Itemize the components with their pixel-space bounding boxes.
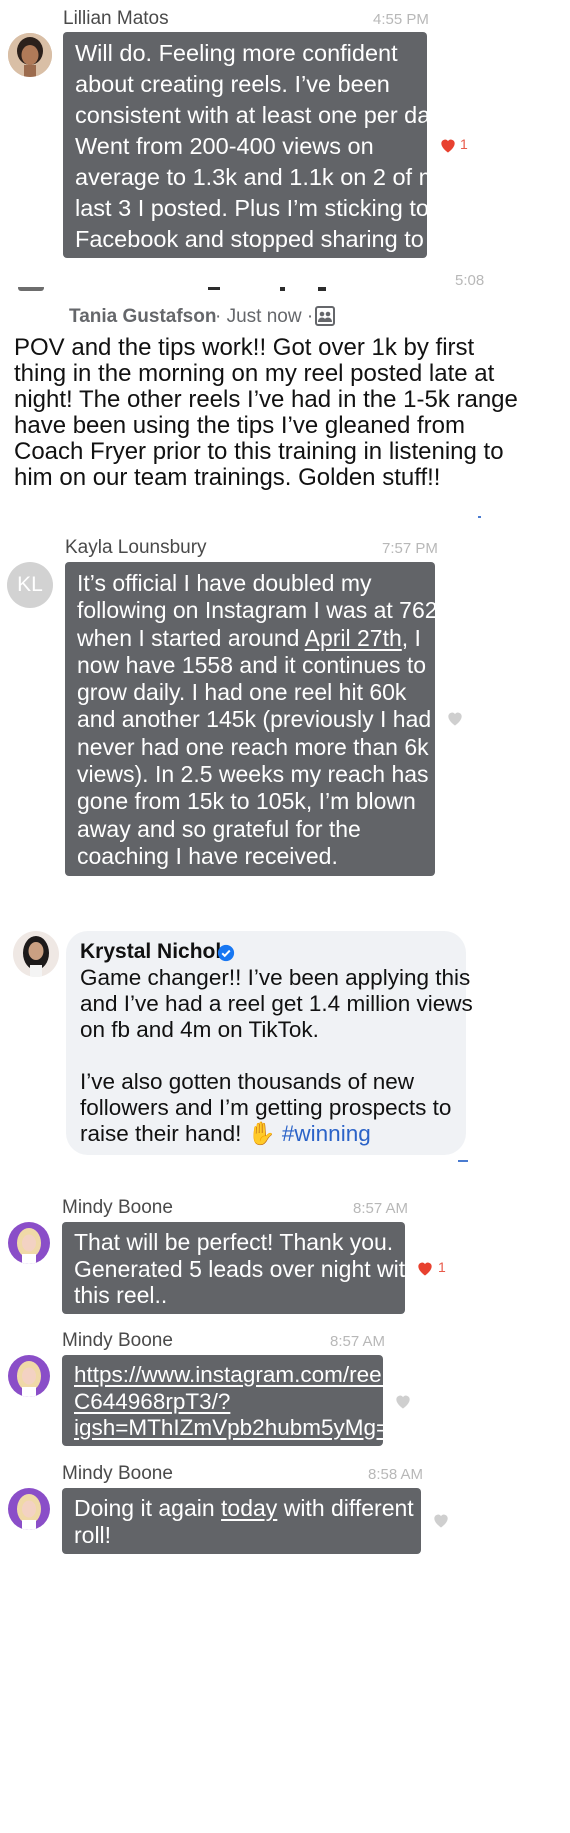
initials: KL [17, 573, 43, 596]
message-line: away and so grateful for the [77, 815, 361, 842]
text-segment: raise their hand! [80, 1121, 242, 1146]
message-bubble[interactable]: Will do. Feeling more confident about cr… [63, 32, 450, 283]
message-line: about creating reels. I’ve been [75, 71, 390, 97]
timestamp: 8:57 AM [353, 1200, 409, 1217]
divider-dot [478, 516, 481, 518]
message-line: consistent with at least one per day. [75, 102, 447, 128]
message-line: gone from 15k to 105k, I’m blown [77, 788, 416, 815]
timestamp: 8:57 AM [330, 1333, 386, 1350]
avatar-initials[interactable]: KL [7, 562, 53, 608]
link-line[interactable]: igsh=MThIZmVpb2hubm5yMg== [74, 1415, 402, 1442]
comment-line: and I’ve had a reel get 1.4 million view… [80, 991, 473, 1016]
message-line: Will do. Feeling more confident [75, 40, 398, 66]
avatar-photo-icon [8, 1355, 50, 1397]
sender-name: Mindy Boone [62, 1197, 173, 1218]
timestamp: 4:55 PM [373, 11, 429, 28]
sender-name: Kayla Lounsbury [65, 537, 207, 558]
raised-hand-emoji: ✋ [247, 1121, 276, 1146]
comment-line: I’ve also gotten thousands of new [80, 1069, 414, 1094]
sender-name: Lillian Matos [63, 8, 169, 29]
timestamp: 8:58 AM [368, 1466, 424, 1483]
heart-reaction-icon[interactable] [445, 708, 465, 728]
message-line: this reel.. [74, 1282, 168, 1308]
message-line: It’s official I have doubled my [77, 570, 372, 596]
link-line[interactable]: C644968rpT3/? [74, 1389, 371, 1416]
divider-dot [458, 1160, 468, 1162]
avatar-photo-icon [13, 931, 59, 977]
verified-badge-icon [217, 944, 235, 962]
heart-reaction-icon[interactable] [393, 1391, 413, 1411]
clipped-header [18, 287, 328, 295]
date-link[interactable]: April 27th [305, 625, 402, 651]
reaction-count: 1 [460, 136, 468, 152]
message-line: Doing it again today with different B [74, 1495, 435, 1522]
message-line: when I started around April 27th, I [77, 625, 423, 652]
message-line: and another 145k (previously I had [77, 706, 432, 733]
post-meta: · Just now · [215, 306, 314, 327]
message-line: following on Instagram I was at 762 [77, 597, 438, 624]
post-author[interactable]: Tania Gustafson [69, 306, 216, 328]
sender-name: Mindy Boone [62, 1463, 173, 1484]
sender-name: Mindy Boone [62, 1330, 173, 1351]
message-bubble[interactable]: That will be perfect! Thank you. Generat… [62, 1222, 418, 1314]
avatar-photo-icon [8, 1222, 50, 1264]
reaction-count: 1 [438, 1259, 446, 1275]
message-line: last 3 I posted. Plus I’m sticking to [75, 195, 429, 221]
text-segment: Doing it again [74, 1495, 222, 1521]
avatar[interactable] [8, 33, 52, 77]
comment-author[interactable]: Krystal Nichols [80, 940, 233, 964]
avatar[interactable] [8, 1222, 50, 1264]
message-line: That will be perfect! Thank you. [74, 1229, 394, 1255]
post-line: him on our team trainings. Golden stuff!… [14, 464, 441, 491]
date-link[interactable]: today [221, 1495, 277, 1521]
message-bubble[interactable]: https://www.instagram.com/reel/ C644968r… [62, 1355, 402, 1446]
message-line: Went from 200-400 views on [75, 133, 374, 159]
avatar[interactable] [13, 931, 59, 977]
link-line[interactable]: https://www.instagram.com/reel/ [74, 1362, 393, 1389]
comment-line: raise their hand! ✋ #winning [80, 1121, 371, 1147]
comment-line: on fb and 4m on TikTok. [80, 1017, 319, 1042]
timestamp-partial: 5:08 [455, 272, 485, 285]
message-line: grow daily. I had one reel hit 60k [77, 679, 407, 706]
message-line: now have 1558 and it continues to [77, 651, 427, 678]
avatar-photo-icon [8, 1488, 50, 1530]
group-privacy-icon [315, 306, 335, 326]
hashtag-link[interactable]: #winning [282, 1121, 371, 1146]
heart-reaction-icon[interactable] [438, 135, 458, 155]
comment-bubble[interactable]: Krystal Nichols Game changer!! I’ve been… [66, 931, 473, 1155]
text-segment: with different B [277, 1495, 436, 1521]
message-line: never had one reach more than 6k [77, 733, 429, 760]
message-line: average to 1.3k and 1.1k on 2 of my [75, 164, 450, 190]
message-line: roll! [74, 1521, 112, 1548]
heart-reaction-icon[interactable] [431, 1510, 451, 1530]
message-line: insta. [75, 257, 132, 283]
message-line: Facebook and stopped sharing to [75, 226, 424, 252]
message-line: Generated 5 leads over night with [74, 1255, 418, 1282]
avatar[interactable] [8, 1488, 50, 1530]
comment-line: Game changer!! I’ve been applying this [80, 965, 471, 990]
message-bubble[interactable]: Doing it again today with different B ro… [62, 1488, 435, 1554]
text-segment: when I started around [77, 624, 305, 651]
message-line: views). In 2.5 weeks my reach has [77, 761, 429, 788]
comment-line: followers and I’m getting prospects to [80, 1095, 452, 1120]
timestamp: 7:57 PM [382, 540, 438, 557]
message-bubble[interactable]: It’s official I have doubled my followin… [65, 562, 438, 876]
text-segment: , I [401, 624, 421, 651]
avatar-photo-icon [8, 33, 52, 77]
avatar[interactable] [8, 1355, 50, 1397]
message-line: coaching I have received. [77, 842, 338, 869]
heart-reaction-icon[interactable] [415, 1258, 435, 1278]
